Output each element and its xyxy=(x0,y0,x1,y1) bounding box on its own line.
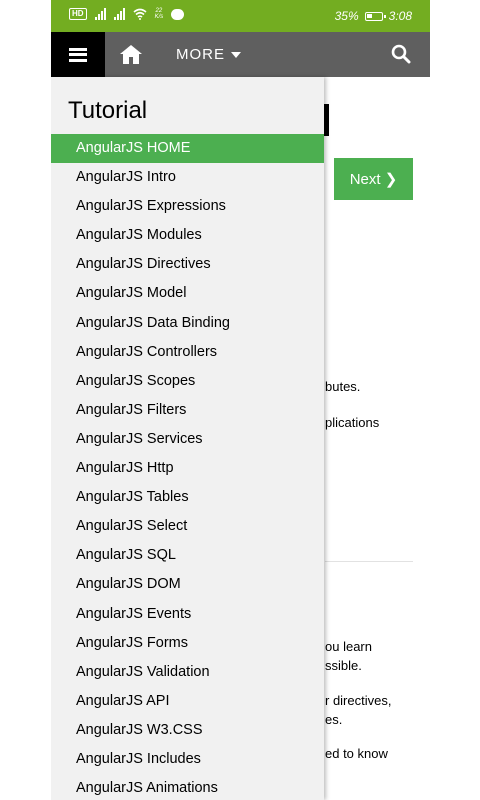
sidebar-item-angularjs-modules[interactable]: AngularJS Modules xyxy=(51,221,324,250)
sidebar-item-angularjs-scopes[interactable]: AngularJS Scopes xyxy=(51,367,324,396)
page-text-fragment: ed to know xyxy=(325,746,388,761)
status-bar-left: HD 22 K/s xyxy=(69,8,185,20)
sidebar-item-angularjs-filters[interactable]: AngularJS Filters xyxy=(51,396,324,425)
home-icon[interactable] xyxy=(119,43,143,65)
drawer-list: AngularJS HOME AngularJS Intro AngularJS E… xyxy=(51,134,324,800)
battery-icon xyxy=(364,11,386,21)
menu-icon xyxy=(69,47,87,62)
sidebar-item-angularjs-api[interactable]: AngularJS API xyxy=(51,687,324,716)
message-icon xyxy=(171,8,185,20)
left-gutter xyxy=(0,0,51,800)
sidebar-item-angularjs-validation[interactable]: AngularJS Validation xyxy=(51,658,324,687)
more-label: MORE xyxy=(176,46,225,63)
next-button[interactable]: Next ❯ xyxy=(334,158,413,200)
chevron-down-icon xyxy=(231,51,241,58)
sidebar-item-angularjs-home[interactable]: AngularJS HOME xyxy=(51,134,324,164)
sidebar-item-angularjs-tables[interactable]: AngularJS Tables xyxy=(51,483,324,512)
sidebar-item-angularjs-w3-css[interactable]: AngularJS W3.CSS xyxy=(51,716,324,745)
sidebar-item-angularjs-expressions[interactable]: AngularJS Expressions xyxy=(51,192,324,221)
sidebar-item-angularjs-controllers[interactable]: AngularJS Controllers xyxy=(51,338,324,367)
page-text-fragment: r directives, xyxy=(325,693,392,708)
wifi-icon xyxy=(133,8,147,20)
page-text-fragment: ssible. xyxy=(325,658,362,673)
sidebar-item-angularjs-services[interactable]: AngularJS Services xyxy=(51,425,324,454)
status-bar: HD 22 K/s 35% 3:08 xyxy=(51,0,430,32)
sidebar-item-angularjs-forms[interactable]: AngularJS Forms xyxy=(51,629,324,658)
sidebar-item-angularjs-data-binding[interactable]: AngularJS Data Binding xyxy=(51,309,324,338)
sidebar-item-angularjs-model[interactable]: AngularJS Model xyxy=(51,279,324,308)
battery-percent: 35% xyxy=(334,9,359,23)
sidebar-item-angularjs-animations[interactable]: AngularJS Animations xyxy=(51,774,324,800)
more-menu[interactable]: MORE xyxy=(176,32,241,77)
network-speed-unit: K/s xyxy=(154,14,164,20)
sidebar-item-angularjs-dom[interactable]: AngularJS DOM xyxy=(51,570,324,599)
status-bar-right: 35% 3:08 xyxy=(335,9,412,23)
page-text-fragment: plications xyxy=(325,415,380,430)
sidebar-item-angularjs-http[interactable]: AngularJS Http xyxy=(51,454,324,483)
sidebar-item-angularjs-includes[interactable]: AngularJS Includes xyxy=(51,745,324,774)
signal-icon xyxy=(94,8,106,20)
signal-icon-2 xyxy=(113,8,125,20)
clock: 3:08 xyxy=(388,9,412,23)
right-gutter xyxy=(430,0,480,800)
sidebar-item-angularjs-directives[interactable]: AngularJS Directives xyxy=(51,250,324,279)
drawer-title: Tutorial xyxy=(68,97,148,124)
network-speed: 22 K/s xyxy=(155,8,164,20)
divider xyxy=(325,561,413,562)
menu-button[interactable] xyxy=(51,32,105,77)
sidebar-item-angularjs-select[interactable]: AngularJS Select xyxy=(51,512,324,541)
page-text-fragment: butes. xyxy=(325,379,361,394)
sidebar-item-angularjs-intro[interactable]: AngularJS Intro xyxy=(51,163,324,192)
page-text-fragment: ou learn xyxy=(325,639,372,654)
top-navbar: MORE xyxy=(51,32,430,77)
search-icon[interactable] xyxy=(391,44,411,64)
page-text-fragment: es. xyxy=(325,712,343,727)
sidebar-item-angularjs-sql[interactable]: AngularJS SQL xyxy=(51,541,324,570)
sidebar-item-angularjs-events[interactable]: AngularJS Events xyxy=(51,600,324,629)
phone-screen: HD 22 K/s 35% 3:08 MORE Next ❯ butes. pl… xyxy=(51,0,430,800)
sidebar-drawer: Tutorial AngularJS HOME AngularJS Intro An… xyxy=(51,77,324,800)
hd-icon: HD xyxy=(69,8,87,20)
